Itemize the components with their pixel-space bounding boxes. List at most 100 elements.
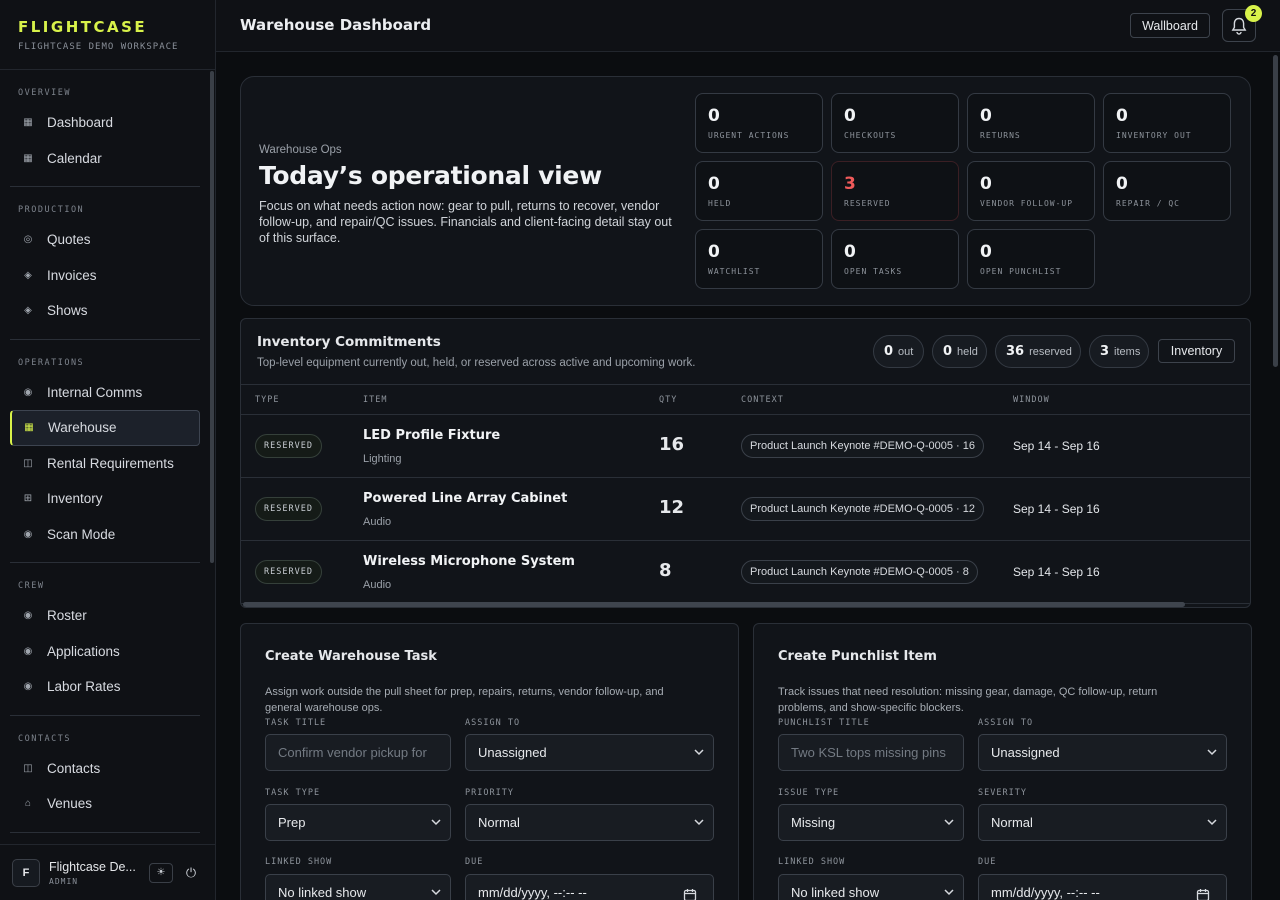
sidebar-scrollbar[interactable]	[210, 71, 214, 563]
stat-card-open-tasks[interactable]: 0 OPEN TASKS	[831, 229, 959, 289]
hero-title: Today’s operational view	[259, 161, 602, 190]
sidebar-item-dashboard[interactable]: ▦ Dashboard	[10, 105, 200, 141]
context-chip[interactable]: Product Launch Keynote #DEMO-Q-0005 · 12	[741, 497, 985, 521]
stat-card-checkouts[interactable]: 0 CHECKOUTS	[831, 93, 959, 153]
item-name[interactable]: Wireless Microphone System	[363, 554, 575, 569]
issue-type-select[interactable]: Missing	[778, 804, 964, 841]
sidebar-item-venues[interactable]: ⌂ Venues	[10, 786, 200, 822]
dot-icon: ◉	[23, 645, 33, 657]
inventory-commitments-card: Inventory Commitments Top-level equipmen…	[240, 318, 1251, 608]
section-subtitle: Top-level equipment currently out, held,…	[257, 357, 696, 369]
context-chip[interactable]: Product Launch Keynote #DEMO-Q-0005 · 8	[741, 560, 978, 584]
nav-section-label: PRODUCTION	[18, 205, 85, 215]
stat-card-open-punchlist[interactable]: 0 OPEN PUNCHLIST	[967, 229, 1095, 289]
assign-to-select[interactable]: Unassigned	[978, 734, 1227, 771]
pill-count: 36	[1006, 344, 1025, 359]
item-name[interactable]: LED Profile Fixture	[363, 428, 500, 443]
card-title: Create Warehouse Task	[265, 649, 437, 664]
severity-select[interactable]: Normal	[978, 804, 1227, 841]
sidebar-item-roster[interactable]: ◉ Roster	[10, 598, 200, 634]
item-quantity: 16	[659, 434, 685, 455]
theme-toggle-button[interactable]: ☀	[149, 862, 173, 883]
brand: FLIGHTCASE FLIGHTCASE DEMO WORKSPACE	[0, 0, 215, 70]
due-datetime-input[interactable]: mm/dd/yyyy, --:-- --	[978, 874, 1227, 900]
stat-card-reserved[interactable]: 3 RESERVED	[831, 161, 959, 221]
grid-icon: ▦	[23, 117, 33, 129]
column-header-item[interactable]: ITEM	[363, 395, 387, 405]
stat-card-watchlist[interactable]: 0 WATCHLIST	[695, 229, 823, 289]
notifications-button[interactable]: 2	[1222, 5, 1262, 42]
table-row[interactable]: RESERVED LED Profile Fixture Lighting 16 Pro…	[241, 415, 1250, 478]
stat-label: CHECKOUTS	[844, 131, 897, 140]
avatar[interactable]: F	[12, 858, 40, 887]
stat-card-repair-qc[interactable]: 0 REPAIR / QC	[1103, 161, 1231, 221]
sidebar-item-rental-requirements[interactable]: ◫ Rental Requirements	[10, 446, 200, 482]
sidebar-item-label: Quotes	[47, 232, 91, 248]
stat-card-held[interactable]: 0 HELD	[695, 161, 823, 221]
sidebar-item-contacts[interactable]: ◫ Contacts	[10, 751, 200, 787]
main-scrollbar[interactable]	[1273, 55, 1278, 367]
sidebar-item-inventory[interactable]: ⊞ Inventory	[10, 481, 200, 517]
calendar-icon: ▦	[23, 152, 33, 164]
table-row[interactable]: RESERVED Wireless Microphone System Audio 8…	[241, 541, 1250, 604]
stat-value: 0	[1116, 174, 1128, 194]
summary-pill-held[interactable]: 0 held	[932, 335, 987, 368]
brand-logo[interactable]: FLIGHTCASE	[18, 18, 197, 36]
sidebar-item-calendar[interactable]: ▦ Calendar	[10, 141, 200, 177]
inventory-button[interactable]: Inventory	[1158, 339, 1235, 363]
stat-value: 0	[708, 242, 720, 262]
create-warehouse-task-card: Create Warehouse Task Assign work outsid…	[240, 623, 739, 900]
sidebar-item-scan-mode[interactable]: ◉ Scan Mode	[10, 517, 200, 553]
assign-to-select[interactable]: Unassigned	[465, 734, 714, 771]
summary-pill-items[interactable]: 3 items	[1089, 335, 1149, 368]
context-chip[interactable]: Product Launch Keynote #DEMO-Q-0005 · 16	[741, 434, 985, 458]
nav-section: OPERATIONS ◉ Internal Comms ▦ Warehouse ◫ Rent…	[0, 340, 210, 563]
linked-show-select[interactable]: No linked show	[778, 874, 964, 900]
punchlist-title-input[interactable]: Two KSL tops missing pins	[778, 734, 964, 771]
stat-card-inventory-out[interactable]: 0 INVENTORY OUT	[1103, 93, 1231, 153]
summary-pill-out[interactable]: 0 out	[873, 335, 924, 368]
sidebar-item-labor-rates[interactable]: ◉ Labor Rates	[10, 669, 200, 705]
due-datetime-input[interactable]: mm/dd/yyyy, --:-- --	[465, 874, 714, 900]
priority-select[interactable]: Normal	[465, 804, 714, 841]
dot-icon: ◉	[23, 386, 33, 398]
sidebar-item-invoices[interactable]: ◈ Invoices	[10, 258, 200, 294]
sidebar-item-applications[interactable]: ◉ Applications	[10, 634, 200, 670]
sidebar-item-quotes[interactable]: ◎ Quotes	[10, 222, 200, 258]
table-row[interactable]: RESERVED Powered Line Array Cabinet Audio 1…	[241, 478, 1250, 541]
column-header-qty[interactable]: QTY	[659, 395, 677, 405]
wallboard-button[interactable]: Wallboard	[1130, 13, 1210, 38]
stat-card-returns[interactable]: 0 RETURNS	[967, 93, 1095, 153]
linked-show-select[interactable]: No linked show	[265, 874, 451, 900]
pill-label: out	[898, 345, 914, 358]
issue-type-value: Missing	[791, 815, 836, 830]
issue-type-label: ISSUE TYPE	[778, 788, 840, 798]
nav-section-label: OVERVIEW	[18, 88, 71, 98]
card-description: Track issues that need resolution: missi…	[778, 686, 1158, 714]
task-title-input[interactable]: Confirm vendor pickup for	[265, 734, 451, 771]
chevron-down-icon	[944, 819, 954, 826]
layout-icon: ◫	[23, 457, 33, 469]
task-type-label: TASK TYPE	[265, 788, 321, 798]
column-header-type[interactable]: TYPE	[255, 395, 279, 405]
sidebar-item-internal-comms[interactable]: ◉ Internal Comms	[10, 375, 200, 411]
logout-button[interactable]: ⏻	[179, 863, 203, 883]
due-value: mm/dd/yyyy, --:-- --	[478, 885, 587, 900]
chevron-down-icon	[694, 749, 704, 756]
date-window: Sep 14 - Sep 16	[1013, 439, 1100, 453]
nav-section-label: CREW	[18, 581, 45, 591]
stat-value: 3	[844, 174, 856, 194]
column-header-context[interactable]: CONTEXT	[741, 395, 784, 405]
sidebar-item-label: Labor Rates	[47, 679, 121, 695]
page-title: Warehouse Dashboard	[240, 16, 432, 34]
stat-card-urgent-actions[interactable]: 0 URGENT ACTIONS	[695, 93, 823, 153]
task-type-select[interactable]: Prep	[265, 804, 451, 841]
item-name[interactable]: Powered Line Array Cabinet	[363, 491, 567, 506]
table-horizontal-scrollbar[interactable]	[243, 602, 1185, 607]
column-header-window[interactable]: WINDOW	[1013, 395, 1050, 405]
summary-pill-reserved[interactable]: 36 reserved	[995, 335, 1081, 368]
sidebar-item-warehouse[interactable]: ▦ Warehouse	[10, 410, 200, 446]
item-quantity: 12	[659, 497, 685, 518]
sidebar-item-shows[interactable]: ◈ Shows	[10, 293, 200, 329]
stat-card-vendor-follow-up[interactable]: 0 VENDOR FOLLOW-UP	[967, 161, 1095, 221]
